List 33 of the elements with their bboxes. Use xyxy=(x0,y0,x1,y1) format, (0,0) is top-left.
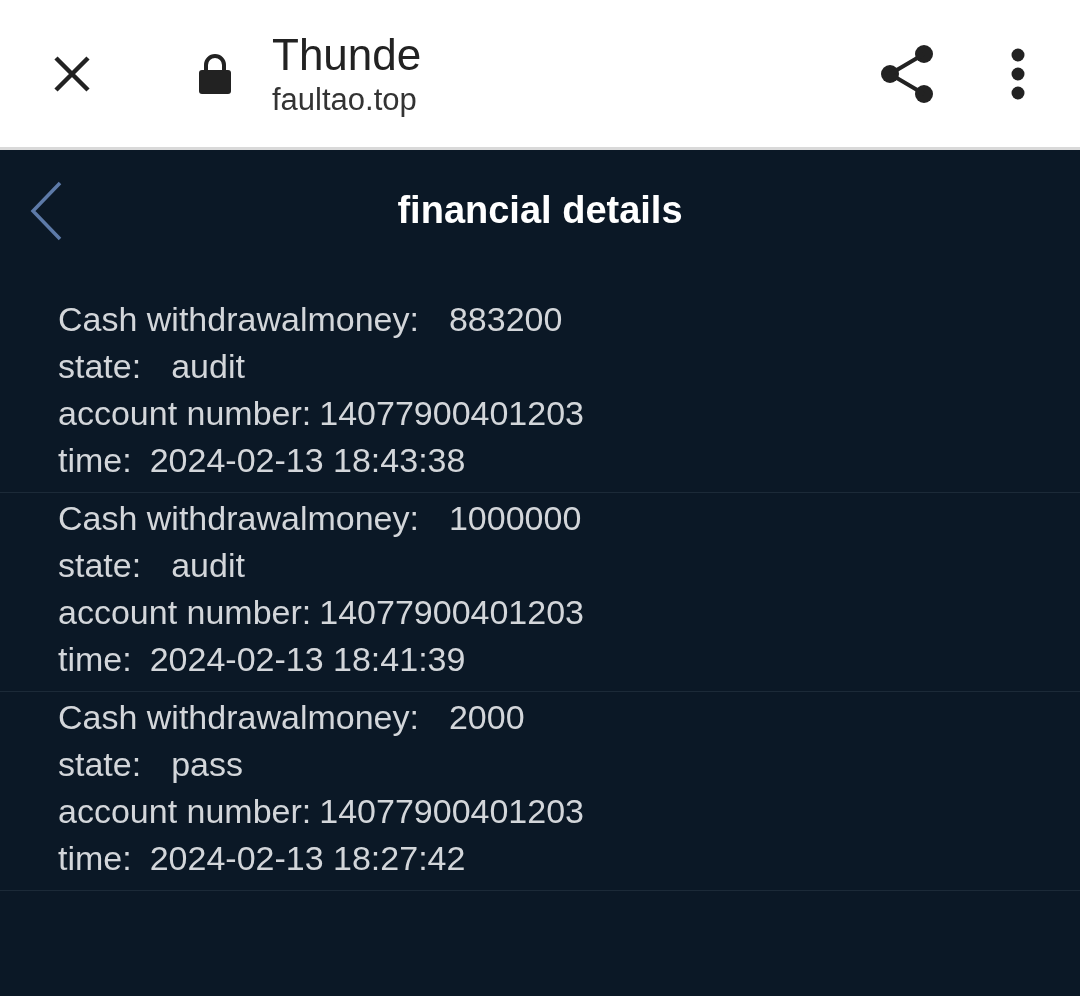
field-value: 2024-02-13 18:43:38 xyxy=(149,440,466,481)
field-label: account number: xyxy=(58,791,312,832)
share-icon xyxy=(880,43,936,104)
field-value: 883200 xyxy=(448,299,563,340)
field-value: 2024-02-13 18:27:42 xyxy=(149,838,466,879)
more-icon xyxy=(1010,47,1026,100)
page-title: Thunde xyxy=(272,28,422,81)
field-value: pass xyxy=(171,744,243,785)
field-value: 2000 xyxy=(448,697,525,738)
field-label: state: xyxy=(58,545,142,586)
field-value: 14077900401203 xyxy=(319,791,584,832)
close-icon xyxy=(52,53,92,94)
field-value: 1000000 xyxy=(448,498,582,539)
field-label: Cash withdrawalmoney: xyxy=(58,697,419,738)
field-value: audit xyxy=(171,545,245,586)
field-value: 14077900401203 xyxy=(319,393,584,434)
page-url: faultao.top xyxy=(272,80,418,119)
field-value: audit xyxy=(171,346,245,387)
back-button[interactable] xyxy=(28,180,64,242)
field-label: account number: xyxy=(58,592,312,633)
field-label: state: xyxy=(58,346,142,387)
field-label: time: xyxy=(58,639,132,680)
lock-icon xyxy=(198,53,232,94)
field-label: account number: xyxy=(58,393,312,434)
field-label: Cash withdrawalmoney: xyxy=(58,498,419,539)
field-value: 14077900401203 xyxy=(319,592,584,633)
back-icon xyxy=(30,181,62,241)
header-title: financial details xyxy=(397,187,683,233)
field-label: state: xyxy=(58,744,142,785)
field-label: Cash withdrawalmoney: xyxy=(58,299,419,340)
field-label: time: xyxy=(58,440,132,481)
field-value: 2024-02-13 18:41:39 xyxy=(149,639,466,680)
field-label: time: xyxy=(58,838,132,879)
